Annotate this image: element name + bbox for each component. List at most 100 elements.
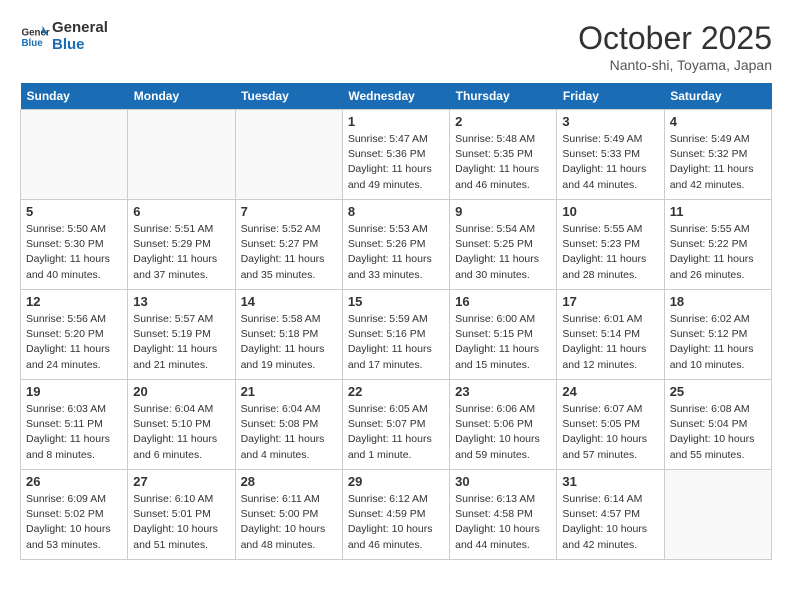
day-number: 30 [455,474,551,489]
day-info: Sunrise: 5:53 AMSunset: 5:26 PMDaylight:… [348,222,444,283]
day-number: 27 [133,474,229,489]
calendar-body: 1 Sunrise: 5:47 AMSunset: 5:36 PMDaylight… [21,110,772,560]
day-of-week-header: Friday [557,83,664,110]
day-number: 8 [348,204,444,219]
day-number: 14 [241,294,337,309]
day-info: Sunrise: 5:57 AMSunset: 5:19 PMDaylight:… [133,312,229,373]
day-number: 29 [348,474,444,489]
day-number: 16 [455,294,551,309]
day-info: Sunrise: 5:51 AMSunset: 5:29 PMDaylight:… [133,222,229,283]
day-number: 19 [26,384,122,399]
calendar-cell: 9 Sunrise: 5:54 AMSunset: 5:25 PMDaylight… [450,200,557,290]
location-subtitle: Nanto-shi, Toyama, Japan [578,57,772,73]
day-info: Sunrise: 6:12 AMSunset: 4:59 PMDaylight:… [348,492,444,553]
day-number: 26 [26,474,122,489]
calendar-week-row: 19 Sunrise: 6:03 AMSunset: 5:11 PMDayligh… [21,380,772,470]
day-number: 2 [455,114,551,129]
calendar-cell: 20 Sunrise: 6:04 AMSunset: 5:10 PMDayligh… [128,380,235,470]
day-of-week-header: Wednesday [342,83,449,110]
days-of-week-row: SundayMondayTuesdayWednesdayThursdayFrid… [21,83,772,110]
day-number: 6 [133,204,229,219]
day-info: Sunrise: 6:11 AMSunset: 5:00 PMDaylight:… [241,492,337,553]
day-number: 9 [455,204,551,219]
day-info: Sunrise: 5:47 AMSunset: 5:36 PMDaylight:… [348,132,444,193]
day-number: 1 [348,114,444,129]
day-info: Sunrise: 6:08 AMSunset: 5:04 PMDaylight:… [670,402,766,463]
calendar-cell: 13 Sunrise: 5:57 AMSunset: 5:19 PMDayligh… [128,290,235,380]
calendar-cell: 3 Sunrise: 5:49 AMSunset: 5:33 PMDaylight… [557,110,664,200]
calendar-cell: 31Sunrise: 6:14 AMSunset: 4:57 PMDayligh… [557,470,664,560]
day-of-week-header: Tuesday [235,83,342,110]
day-of-week-header: Saturday [664,83,771,110]
day-number: 11 [670,204,766,219]
day-info: Sunrise: 6:05 AMSunset: 5:07 PMDaylight:… [348,402,444,463]
page-header: General Blue General Blue October 2025 N… [20,20,772,73]
day-info: Sunrise: 6:01 AMSunset: 5:14 PMDaylight:… [562,312,658,373]
calendar-header: SundayMondayTuesdayWednesdayThursdayFrid… [21,83,772,110]
day-info: Sunrise: 6:03 AMSunset: 5:11 PMDaylight:… [26,402,122,463]
day-info: Sunrise: 5:49 AMSunset: 5:33 PMDaylight:… [562,132,658,193]
day-number: 28 [241,474,337,489]
calendar-cell: 19 Sunrise: 6:03 AMSunset: 5:11 PMDayligh… [21,380,128,470]
calendar-cell [128,110,235,200]
title-block: October 2025 Nanto-shi, Toyama, Japan [578,20,772,73]
calendar-cell [235,110,342,200]
day-info: Sunrise: 6:06 AMSunset: 5:06 PMDaylight:… [455,402,551,463]
day-number: 3 [562,114,658,129]
day-info: Sunrise: 6:04 AMSunset: 5:10 PMDaylight:… [133,402,229,463]
day-number: 31 [562,474,658,489]
day-number: 4 [670,114,766,129]
day-info: Sunrise: 5:58 AMSunset: 5:18 PMDaylight:… [241,312,337,373]
calendar-cell: 28 Sunrise: 6:11 AMSunset: 5:00 PMDayligh… [235,470,342,560]
day-number: 10 [562,204,658,219]
svg-text:Blue: Blue [22,38,44,49]
day-info: Sunrise: 5:54 AMSunset: 5:25 PMDaylight:… [455,222,551,283]
calendar-cell: 4 Sunrise: 5:49 AMSunset: 5:32 PMDaylight… [664,110,771,200]
day-info: Sunrise: 5:50 AMSunset: 5:30 PMDaylight:… [26,222,122,283]
day-info: Sunrise: 5:49 AMSunset: 5:32 PMDaylight:… [670,132,766,193]
calendar-week-row: 26Sunrise: 6:09 AMSunset: 5:02 PMDayligh… [21,470,772,560]
day-info: Sunrise: 5:55 AMSunset: 5:22 PMDaylight:… [670,222,766,283]
calendar-cell: 15 Sunrise: 5:59 AMSunset: 5:16 PMDayligh… [342,290,449,380]
month-title: October 2025 [578,20,772,57]
day-number: 20 [133,384,229,399]
day-info: Sunrise: 5:55 AMSunset: 5:23 PMDaylight:… [562,222,658,283]
day-info: Sunrise: 5:59 AMSunset: 5:16 PMDaylight:… [348,312,444,373]
calendar-cell [664,470,771,560]
day-number: 21 [241,384,337,399]
day-of-week-header: Monday [128,83,235,110]
calendar-cell [21,110,128,200]
calendar-week-row: 12Sunrise: 5:56 AMSunset: 5:20 PMDayligh… [21,290,772,380]
calendar-cell: 7Sunrise: 5:52 AMSunset: 5:27 PMDaylight… [235,200,342,290]
logo-line1: General [52,20,108,37]
day-number: 7 [241,204,337,219]
calendar-cell: 24Sunrise: 6:07 AMSunset: 5:05 PMDayligh… [557,380,664,470]
calendar-cell: 21 Sunrise: 6:04 AMSunset: 5:08 PMDayligh… [235,380,342,470]
calendar-cell: 6 Sunrise: 5:51 AMSunset: 5:29 PMDaylight… [128,200,235,290]
calendar-cell: 26Sunrise: 6:09 AMSunset: 5:02 PMDayligh… [21,470,128,560]
day-number: 15 [348,294,444,309]
logo-line2: Blue [52,37,108,54]
day-info: Sunrise: 6:13 AMSunset: 4:58 PMDaylight:… [455,492,551,553]
day-info: Sunrise: 5:56 AMSunset: 5:20 PMDaylight:… [26,312,122,373]
logo-icon: General Blue [20,22,50,52]
calendar-cell: 27Sunrise: 6:10 AMSunset: 5:01 PMDayligh… [128,470,235,560]
day-number: 17 [562,294,658,309]
calendar-cell: 1 Sunrise: 5:47 AMSunset: 5:36 PMDaylight… [342,110,449,200]
calendar-cell: 14 Sunrise: 5:58 AMSunset: 5:18 PMDayligh… [235,290,342,380]
day-number: 18 [670,294,766,309]
calendar-cell: 23Sunrise: 6:06 AMSunset: 5:06 PMDayligh… [450,380,557,470]
calendar-week-row: 1 Sunrise: 5:47 AMSunset: 5:36 PMDaylight… [21,110,772,200]
day-number: 25 [670,384,766,399]
calendar-cell: 8 Sunrise: 5:53 AMSunset: 5:26 PMDaylight… [342,200,449,290]
calendar-cell: 2Sunrise: 5:48 AMSunset: 5:35 PMDaylight… [450,110,557,200]
day-info: Sunrise: 6:00 AMSunset: 5:15 PMDaylight:… [455,312,551,373]
calendar-cell: 12Sunrise: 5:56 AMSunset: 5:20 PMDayligh… [21,290,128,380]
calendar-cell: 11 Sunrise: 5:55 AMSunset: 5:22 PMDayligh… [664,200,771,290]
calendar-cell: 22Sunrise: 6:05 AMSunset: 5:07 PMDayligh… [342,380,449,470]
calendar-cell: 17 Sunrise: 6:01 AMSunset: 5:14 PMDayligh… [557,290,664,380]
day-info: Sunrise: 6:04 AMSunset: 5:08 PMDaylight:… [241,402,337,463]
day-number: 13 [133,294,229,309]
calendar-cell: 29 Sunrise: 6:12 AMSunset: 4:59 PMDayligh… [342,470,449,560]
calendar-cell: 5Sunrise: 5:50 AMSunset: 5:30 PMDaylight… [21,200,128,290]
